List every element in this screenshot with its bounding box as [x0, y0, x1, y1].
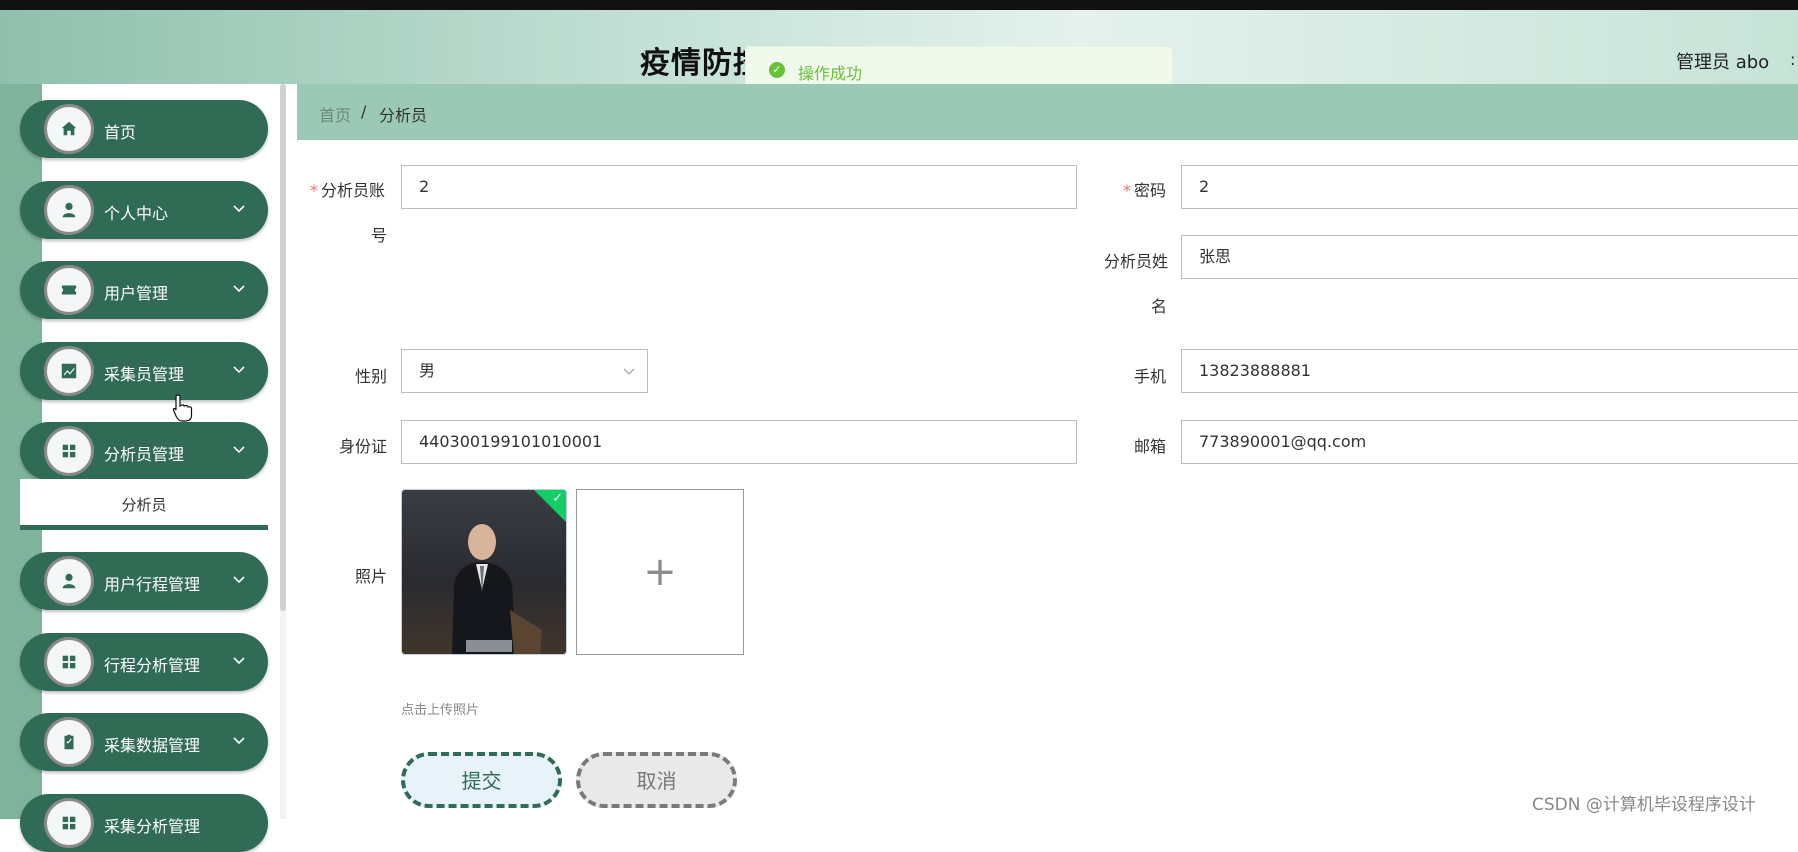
check-icon: ✓: [552, 491, 563, 506]
photo-upload-button[interactable]: +: [576, 489, 744, 655]
user-icon: [44, 185, 94, 235]
grid-icon: [44, 426, 94, 476]
sidebar-item-label: 采集员管理: [104, 365, 185, 384]
active-subitem-indicator: [20, 525, 268, 530]
top-black-bar: [0, 0, 1798, 10]
sidebar-item-collector-management[interactable]: 采集员管理: [20, 342, 268, 400]
sidebar-item-label: 用户管理: [104, 284, 169, 303]
sidebar-subitem-label: 分析员: [121, 496, 167, 514]
name-label: 分析员姓: [1104, 252, 1169, 271]
email-field[interactable]: 773890001@qq.com: [1181, 420, 1798, 464]
chevron-down-icon: [233, 285, 245, 293]
gender-select[interactable]: 男: [401, 349, 648, 393]
user-name[interactable]: 管理员 abo: [1676, 48, 1769, 74]
password-field[interactable]: 2: [1181, 165, 1798, 209]
gender-label: 性别: [355, 367, 388, 386]
name-field[interactable]: 张思: [1181, 235, 1798, 279]
uploaded-photo-thumbnail[interactable]: ✓: [401, 489, 567, 655]
sidebar-item-label: 个人中心: [104, 204, 169, 223]
submit-button[interactable]: 提交: [401, 752, 562, 808]
chevron-down-icon: [233, 205, 245, 213]
account-field[interactable]: 2: [401, 165, 1077, 209]
logout-link-edge[interactable]: :: [1790, 50, 1795, 69]
idcard-field[interactable]: 440300199101010001: [401, 420, 1077, 464]
idcard-label: 身份证: [339, 437, 388, 456]
chevron-down-icon: [623, 368, 635, 375]
chevron-down-icon: [233, 657, 245, 665]
success-check-icon: ✓: [769, 62, 785, 78]
chevron-down-icon: [233, 576, 245, 584]
watermark-text: CSDN @计算机毕设程序设计: [1532, 795, 1756, 815]
email-label: 邮箱: [1134, 437, 1167, 456]
chevron-down-icon: [233, 446, 245, 454]
cancel-button[interactable]: 取消: [576, 752, 737, 808]
chart-icon: [44, 346, 94, 396]
sidebar-item-collection-analysis-management[interactable]: 采集分析管理: [20, 794, 268, 852]
sidebar-scrollbar-thumb[interactable]: [280, 84, 286, 611]
breadcrumb: 首页 / 分析员: [297, 84, 1798, 140]
breadcrumb-current: 分析员: [379, 106, 428, 125]
home-icon: [44, 104, 94, 154]
photo-label: 照片: [355, 567, 388, 586]
account-label-line2: 号: [371, 226, 388, 245]
toast-message: 操作成功: [798, 64, 863, 83]
sidebar-item-label: 用户行程管理: [104, 575, 201, 594]
sidebar-subitem-analyst[interactable]: 分析员: [20, 479, 268, 529]
user-icon: [44, 556, 94, 606]
breadcrumb-separator: /: [361, 102, 367, 121]
account-label: * 分析员账: [310, 181, 386, 200]
sidebar-item-label: 首页: [104, 123, 137, 142]
sidebar-item-label: 行程分析管理: [104, 656, 201, 675]
sidebar-item-user-management[interactable]: 用户管理: [20, 261, 268, 319]
ticket-icon: [44, 265, 94, 315]
phone-label: 手机: [1134, 367, 1167, 386]
sidebar-item-home[interactable]: 首页: [20, 100, 268, 158]
photo-upload-hint: 点击上传照片: [401, 703, 480, 718]
plus-icon: +: [643, 549, 677, 595]
chevron-down-icon: [233, 737, 245, 745]
clipboard-icon: [44, 717, 94, 767]
sidebar-item-analyst-management[interactable]: 分析员管理: [20, 422, 268, 480]
sidebar-item-trip-analysis-management[interactable]: 行程分析管理: [20, 633, 268, 691]
phone-field[interactable]: 13823888881: [1181, 349, 1798, 393]
password-label: * 密码: [1123, 181, 1167, 200]
grid-icon: [44, 798, 94, 848]
grid-icon: [44, 637, 94, 687]
sidebar-item-collected-data-management[interactable]: 采集数据管理: [20, 713, 268, 771]
name-label-line2: 名: [1151, 297, 1168, 316]
sidebar-item-personal-center[interactable]: 个人中心: [20, 181, 268, 239]
hand-cursor-icon: [172, 394, 193, 422]
chevron-down-icon: [233, 366, 245, 374]
gender-select-value: 男: [419, 361, 436, 380]
sidebar-item-label: 采集数据管理: [104, 736, 201, 755]
breadcrumb-home-link[interactable]: 首页: [319, 102, 351, 126]
sidebar-item-user-trip-management[interactable]: 用户行程管理: [20, 552, 268, 610]
sidebar-item-label: 采集分析管理: [104, 817, 201, 836]
sidebar-item-label: 分析员管理: [104, 445, 185, 464]
